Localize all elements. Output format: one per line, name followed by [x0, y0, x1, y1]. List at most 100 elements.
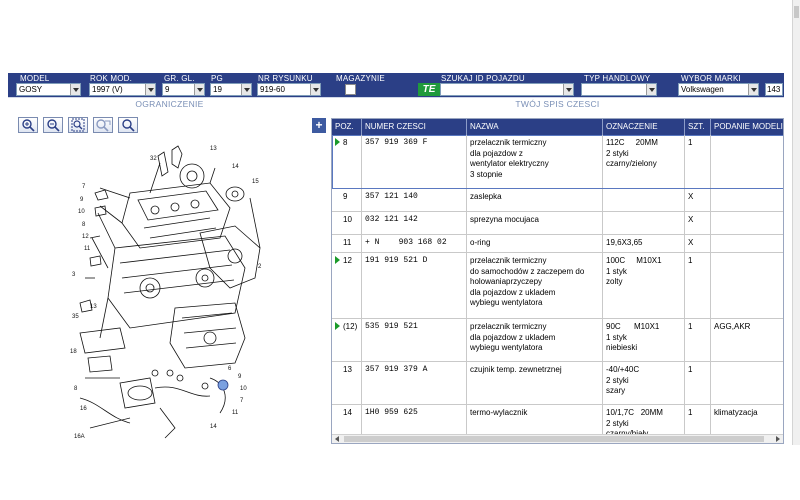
- chevron-down-icon[interactable]: [194, 84, 204, 95]
- cell-part-number: 191 919 521 D: [362, 253, 467, 318]
- cell-part-number: 357 121 140: [362, 189, 467, 211]
- cell-text: 1: [688, 138, 693, 147]
- cell-part-number: + N 903 168 02: [362, 235, 467, 252]
- section-title-right: TWÓJ SPIS CZESCI: [331, 97, 784, 110]
- brand-code: 143: [765, 83, 783, 96]
- table-row[interactable]: 11 + N 903 168 02 o-ring 19,6X3,65 X: [332, 235, 783, 253]
- cell-model: [711, 253, 783, 318]
- cell-text: + N 903 168 02: [365, 238, 447, 247]
- cell-model: AGG,AKR: [711, 319, 783, 361]
- cell-text: przelacznik termiczny dla pojazdow z wen…: [470, 138, 549, 179]
- callout-number: 12: [82, 234, 89, 240]
- cell-quantity: 1: [685, 362, 711, 404]
- column-header[interactable]: POZ.: [332, 119, 362, 135]
- column-header[interactable]: OZNACZENIE: [603, 119, 685, 135]
- cell-text: (12): [343, 322, 358, 331]
- storage-label: MAGAZYNIE: [336, 74, 385, 83]
- subgroup-select[interactable]: 19: [210, 83, 252, 96]
- brand-value: Volkswagen: [681, 85, 724, 94]
- chevron-down-icon[interactable]: [563, 84, 573, 95]
- window-scrollbar[interactable]: [792, 0, 800, 445]
- zoom-reset-icon[interactable]: [93, 117, 113, 133]
- callout-number: 11: [232, 410, 239, 416]
- drawing-no-select[interactable]: 919-60: [257, 83, 321, 96]
- table-row[interactable]: 10 032 121 142 sprezyna mocujaca X: [332, 212, 783, 235]
- zoom-out-icon[interactable]: [43, 117, 63, 133]
- chevron-down-icon[interactable]: [145, 84, 155, 95]
- play-arrow-icon[interactable]: [335, 138, 340, 146]
- column-header[interactable]: NUMER CZESCI: [362, 119, 467, 135]
- table-row[interactable]: 12 191 919 521 D przelacznik termiczny do …: [332, 253, 783, 319]
- chevron-down-icon[interactable]: [310, 84, 320, 95]
- brand-select[interactable]: Volkswagen: [678, 83, 759, 96]
- cell-designation: -40/+40C 2 styki szary: [603, 362, 685, 404]
- expand-toggle-button[interactable]: +: [312, 118, 326, 133]
- callout-number: 9: [80, 197, 84, 203]
- scroll-right-icon[interactable]: [776, 436, 780, 442]
- table-row[interactable]: 9 357 121 140 zaslepka X: [332, 189, 783, 212]
- cell-text: 112C 20MM 2 styki czarny/zielony: [606, 138, 658, 168]
- chevron-down-icon[interactable]: [70, 84, 80, 95]
- scroll-left-icon[interactable]: [335, 436, 339, 442]
- column-header[interactable]: SZT.: [685, 119, 711, 135]
- cell-text: przelacznik termiczny do samochodów z za…: [470, 256, 585, 307]
- callout-number: 14: [210, 424, 217, 430]
- cell-text: -40/+40C 2 styki szary: [606, 365, 640, 395]
- play-arrow-icon[interactable]: [335, 322, 340, 330]
- cell-position: 10: [332, 212, 362, 234]
- table-row[interactable]: 8 357 919 369 F przelacznik termiczny dla …: [332, 135, 783, 189]
- callout-number: 14: [232, 164, 239, 170]
- cell-position: 8: [332, 135, 362, 188]
- table-row[interactable]: (12) 535 919 521 przelacznik termiczny dla…: [332, 319, 783, 362]
- cell-text: zaslepka: [470, 192, 502, 201]
- year-value: 1997 (V): [92, 85, 123, 94]
- play-arrow-icon[interactable]: [335, 256, 340, 264]
- cell-text: X: [688, 238, 694, 247]
- table-row[interactable]: 13 357 919 379 A czujnik temp. zewnetrznej…: [332, 362, 783, 405]
- trade-type-select[interactable]: [581, 83, 657, 96]
- search-icon[interactable]: [118, 117, 138, 133]
- cell-text: 357 919 379 A: [365, 365, 428, 374]
- cell-quantity: X: [685, 235, 711, 252]
- filter-header: MODEL ROK MOD. GR. GL. PG NR RYSUNKU MAG…: [8, 73, 784, 97]
- cell-text: 032 121 142: [365, 215, 418, 224]
- cell-part-number: 535 919 521: [362, 319, 467, 361]
- column-header[interactable]: PODANIE MODELI: [711, 119, 783, 135]
- cell-quantity: 1: [685, 253, 711, 318]
- cell-name: przelacznik termiczny dla pojazdow z ukl…: [467, 319, 603, 361]
- cell-position: 13: [332, 362, 362, 404]
- parts-diagram[interactable]: 32 7 9 10 8 12 11 13 14 15 2 3 13 35 18 …: [60, 138, 270, 443]
- cell-text: 357 919 369 F: [365, 138, 428, 147]
- cell-name: zaslepka: [467, 189, 603, 211]
- callout-number: 6: [228, 366, 232, 372]
- cell-text: 11: [343, 238, 352, 247]
- subgroup-label: PG: [211, 74, 223, 83]
- callout-number: 13: [210, 146, 217, 152]
- cell-name: przelacznik termiczny dla pojazdow z wen…: [467, 135, 603, 188]
- cell-text: 10: [343, 215, 352, 224]
- scroll-thumb[interactable]: [344, 436, 764, 442]
- year-select[interactable]: 1997 (V): [89, 83, 156, 96]
- parts-table[interactable]: POZ. NUMER CZESCI NAZWA OZNACZENIE SZT. …: [331, 118, 784, 444]
- cell-text: AGG,AKR: [714, 322, 751, 331]
- cell-position: (12): [332, 319, 362, 361]
- column-header[interactable]: NAZWA: [467, 119, 603, 135]
- drawing-no-label: NR RYSUNKU: [258, 74, 313, 83]
- cell-designation: 90C M10X1 1 styk niebieski: [603, 319, 685, 361]
- zoom-fit-icon[interactable]: [68, 117, 88, 133]
- model-select[interactable]: GOSY: [16, 83, 81, 96]
- cell-text: 1: [688, 408, 693, 417]
- window-scroll-thumb[interactable]: [794, 6, 799, 18]
- main-group-select[interactable]: 9: [162, 83, 205, 96]
- zoom-in-icon[interactable]: [18, 117, 38, 133]
- cell-name: przelacznik termiczny do samochodów z za…: [467, 253, 603, 318]
- table-header: POZ. NUMER CZESCI NAZWA OZNACZENIE SZT. …: [332, 119, 783, 135]
- chevron-down-icon[interactable]: [748, 84, 758, 95]
- vehicle-id-select[interactable]: [440, 83, 574, 96]
- cell-text: 357 121 140: [365, 192, 418, 201]
- chevron-down-icon[interactable]: [646, 84, 656, 95]
- horizontal-scrollbar[interactable]: [332, 434, 783, 443]
- image-toolbar: [18, 117, 138, 133]
- storage-checkbox[interactable]: [345, 84, 356, 95]
- chevron-down-icon[interactable]: [241, 84, 251, 95]
